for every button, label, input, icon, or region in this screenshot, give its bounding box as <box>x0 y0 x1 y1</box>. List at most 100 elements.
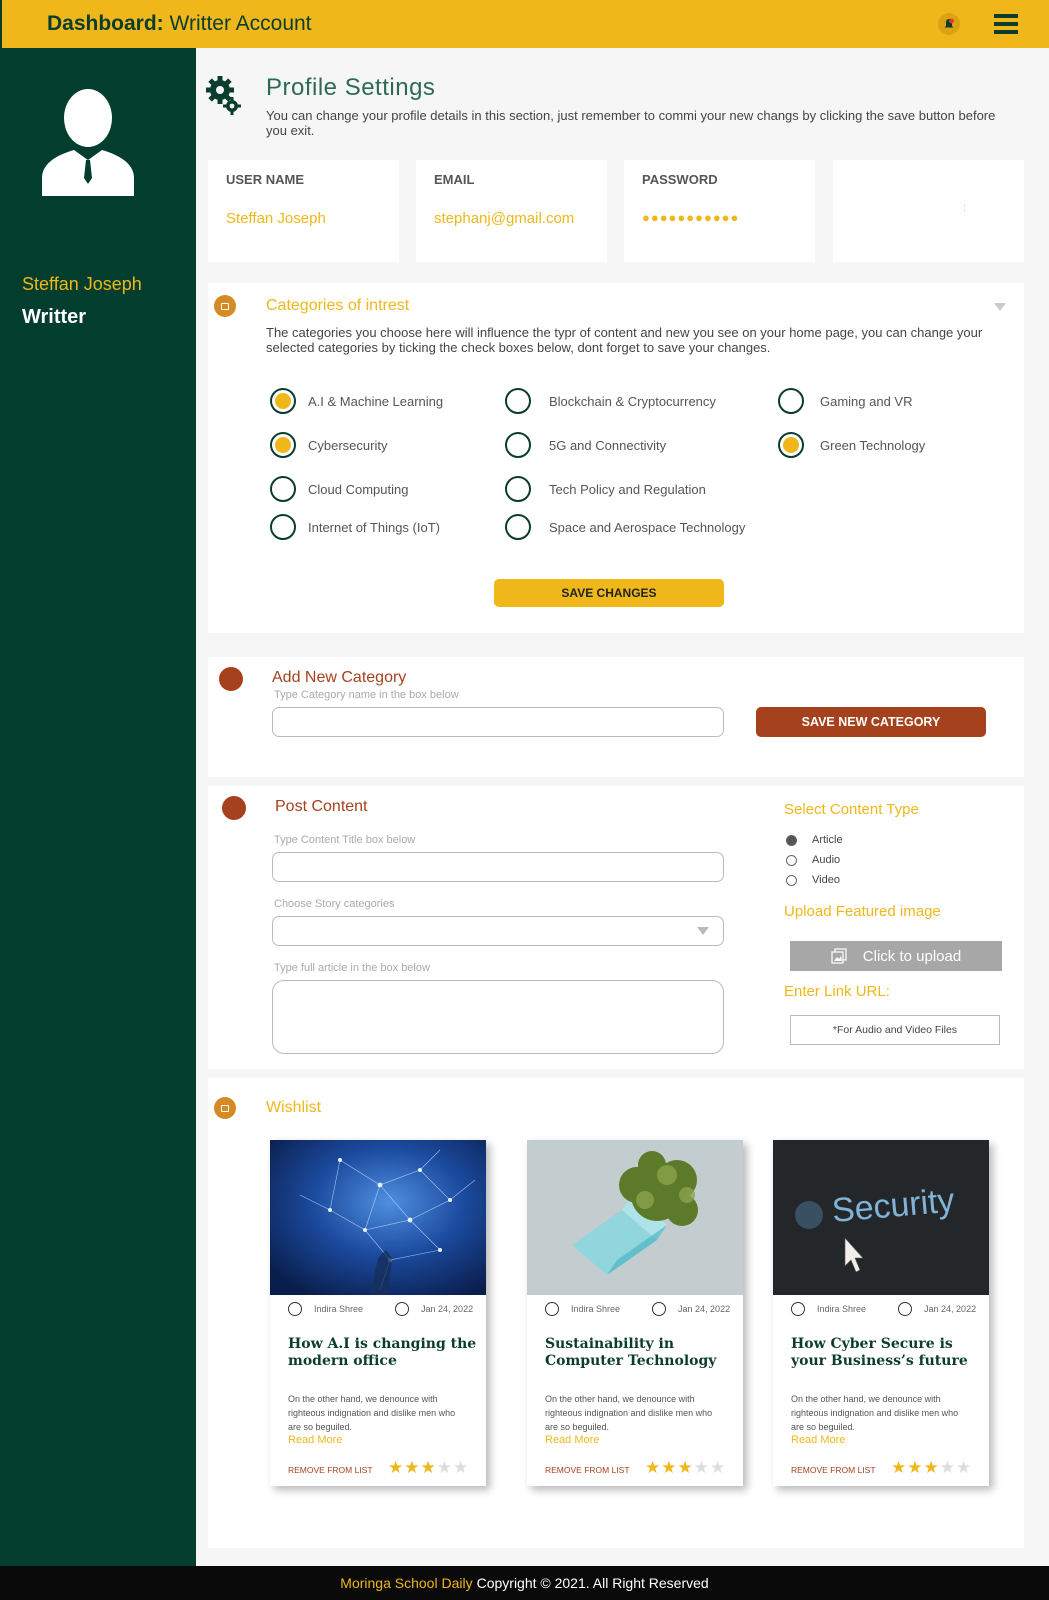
read-more-link[interactable]: Read More <box>288 1434 342 1446</box>
link-url-input[interactable]: *For Audio and Video Files <box>790 1015 1000 1045</box>
category-blockchain[interactable]: Blockchain & Cryptocurrency <box>505 388 716 414</box>
profile-description: You can change your profile details in t… <box>266 108 996 138</box>
footer: Moringa School Daily Copyright © 2021. A… <box>0 1566 1049 1600</box>
categories-description: The categories you choose here will infl… <box>266 325 983 355</box>
categories-panel: Categories of intrest The categories you… <box>208 283 1024 633</box>
checkbox-cybersecurity <box>270 432 296 458</box>
section-dot-icon <box>219 667 243 691</box>
card-excerpt: On the other hand, we denounce with righ… <box>288 1394 456 1432</box>
read-more-link[interactable]: Read More <box>791 1434 845 1446</box>
remove-from-list-button[interactable]: REMOVE FROM LIST <box>545 1465 630 1475</box>
password-label: PASSWORD <box>642 172 718 187</box>
upload-image-title: Upload Featured image <box>784 903 941 920</box>
category-green-tech[interactable]: Green Technology <box>778 432 925 458</box>
checkbox-iot <box>270 514 296 540</box>
footer-brand[interactable]: Moringa School Daily <box>340 1575 472 1591</box>
checkbox-tech-policy <box>505 476 531 502</box>
wishlist-card: Indira Shree Jan 24, 2022 Sustainability… <box>527 1140 743 1486</box>
category-cybersecurity[interactable]: Cybersecurity <box>270 432 387 458</box>
top-bar: Dashboard: Writter Account <box>0 0 1049 48</box>
card-meta: Indira Shree Jan 24, 2022 <box>288 1302 473 1316</box>
email-card[interactable]: EMAIL stephanj@gmail.com <box>416 160 607 262</box>
category-name-input[interactable] <box>272 707 724 737</box>
clock-icon <box>652 1302 667 1316</box>
category-space[interactable]: Space and Aerospace Technology <box>505 514 745 540</box>
story-categories-hint: Choose Story categories <box>274 898 395 910</box>
add-category-hint: Type Category name in the box below <box>274 689 459 701</box>
add-category-title: Add New Category <box>272 669 407 686</box>
card-meta: Indira Shree Jan 24, 2022 <box>791 1302 976 1316</box>
star-rating[interactable]: ★ ★ ★ ★ ★ <box>891 1458 972 1478</box>
dashboard-title: Dashboard: Writter Account <box>47 12 312 35</box>
checkbox-cloud <box>270 476 296 502</box>
username-card[interactable]: USER NAME Steffan Joseph <box>208 160 399 262</box>
user-name: Steffan Joseph <box>22 274 142 294</box>
save-changes-button[interactable]: SAVE CHANGES <box>494 579 724 607</box>
user-icon <box>545 1302 559 1316</box>
card-title[interactable]: How A.I is changing the modern office <box>288 1336 478 1370</box>
content-title-hint: Type Content Title box below <box>274 834 416 846</box>
star-rating[interactable]: ★ ★ ★ ★ ★ <box>388 1458 469 1478</box>
remove-from-list-button[interactable]: REMOVE FROM LIST <box>791 1465 876 1475</box>
section-dot-icon <box>222 796 246 820</box>
star-rating[interactable]: ★ ★ ★ ★ ★ <box>645 1458 726 1478</box>
add-category-panel: Add New Category Type Category name in t… <box>208 657 1024 777</box>
checkbox-blockchain <box>505 388 531 414</box>
card-title[interactable]: How Cyber Secure is your Business’s futu… <box>791 1336 981 1370</box>
save-new-category-button[interactable]: SAVE NEW CATEGORY <box>756 707 986 737</box>
upload-button[interactable]: Click to upload <box>790 941 1002 971</box>
footer-copyright: Copyright © 2021. All Right Reserved <box>476 1575 709 1591</box>
radio-article[interactable]: Article <box>786 834 843 846</box>
page-title: Profile Settings <box>266 74 436 101</box>
category-ai-ml[interactable]: A.I & Machine Learning <box>270 388 443 414</box>
password-value: ●●●●●●●●●●● <box>642 210 740 225</box>
extra-card-value: : <box>963 202 967 214</box>
clock-icon <box>898 1302 913 1316</box>
security-screen-image: Security <box>773 1140 989 1295</box>
email-value: stephanj@gmail.com <box>434 210 575 227</box>
checkbox-ai-ml <box>270 388 296 414</box>
avatar <box>42 89 134 196</box>
content-title-input[interactable] <box>272 852 724 882</box>
article-hint: Type full article in the box below <box>274 962 430 974</box>
card-title[interactable]: Sustainability in Computer Technology <box>545 1336 735 1370</box>
wishlist-title: Wishlist <box>266 1099 322 1116</box>
checkbox-gaming-vr <box>778 388 804 414</box>
sidebar: Steffan Joseph Writter <box>0 48 196 1566</box>
category-cloud[interactable]: Cloud Computing <box>270 476 408 502</box>
article-textarea[interactable] <box>272 980 724 1054</box>
gear-icon <box>206 76 241 115</box>
categories-title: Categories of intrest <box>266 297 410 314</box>
clock-icon <box>395 1302 410 1316</box>
card-excerpt: On the other hand, we denounce with righ… <box>791 1394 959 1432</box>
link-url-title: Enter Link URL: <box>784 983 890 1000</box>
hamburger-menu-icon[interactable] <box>994 14 1018 34</box>
post-content-panel: Post Content Type Content Title box belo… <box>208 786 1024 1069</box>
category-iot[interactable]: Internet of Things (IoT) <box>270 514 440 540</box>
content-type-title: Select Content Type <box>784 801 919 818</box>
category-5g[interactable]: 5G and Connectivity <box>505 432 666 458</box>
card-excerpt: On the other hand, we denounce with righ… <box>545 1394 713 1432</box>
chevron-down-icon <box>697 927 709 935</box>
username-label: USER NAME <box>226 172 305 187</box>
remove-from-list-button[interactable]: REMOVE FROM LIST <box>288 1465 373 1475</box>
radio-video[interactable]: Video <box>786 874 840 886</box>
user-icon <box>288 1302 302 1316</box>
extra-card[interactable]: : <box>833 160 1024 262</box>
checkbox-green-tech <box>778 432 804 458</box>
radio-audio[interactable]: Audio <box>786 854 840 866</box>
checkbox-space <box>505 514 531 540</box>
category-tech-policy[interactable]: Tech Policy and Regulation <box>505 476 706 502</box>
calendar-icon <box>214 295 236 317</box>
bell-icon[interactable] <box>938 13 960 35</box>
user-icon <box>791 1302 805 1316</box>
card-meta: Indira Shree Jan 24, 2022 <box>545 1302 730 1316</box>
story-categories-select[interactable] <box>272 916 724 946</box>
password-card[interactable]: PASSWORD ●●●●●●●●●●● <box>624 160 815 262</box>
chevron-down-icon[interactable] <box>994 303 1006 311</box>
wishlist-card: Indira Shree Jan 24, 2022 How A.I is cha… <box>270 1140 486 1486</box>
category-gaming-vr[interactable]: Gaming and VR <box>778 388 913 414</box>
read-more-link[interactable]: Read More <box>545 1434 599 1446</box>
image-upload-icon <box>831 948 847 964</box>
green-tech-image <box>527 1140 743 1295</box>
